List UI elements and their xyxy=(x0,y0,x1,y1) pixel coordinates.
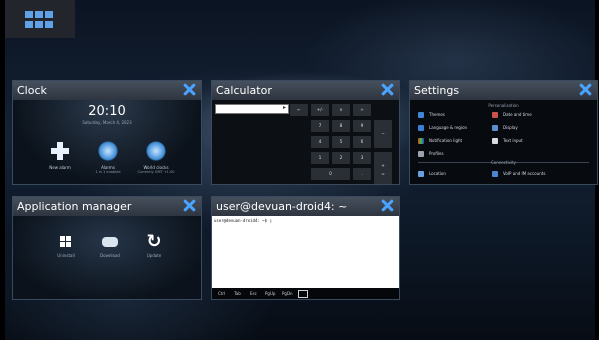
terminal-key[interactable]: Esc xyxy=(250,291,257,296)
alarms-button[interactable]: Alarms 1 in 1 enabled xyxy=(88,141,128,174)
application-manager-content: Uninstall Download ↻ Update xyxy=(13,216,201,299)
window-title: Calculator xyxy=(216,84,272,97)
calc-key[interactable]: 6 xyxy=(353,136,371,148)
terminal-content: user@devuan-droid4: ~$ ▯ Ctrl Tab Esc Pg… xyxy=(212,216,399,299)
terminal-window[interactable]: user@devuan-droid4: ~ user@devuan-droid4… xyxy=(211,196,400,300)
calc-key[interactable]: 8 xyxy=(332,120,350,132)
settings-titlebar[interactable]: Settings xyxy=(410,81,597,100)
new-alarm-button[interactable]: New alarm xyxy=(40,141,80,170)
update-button[interactable]: ↻ Update xyxy=(134,231,174,259)
terminal-prompt: user@devuan-droid4: ~$ ▯ xyxy=(214,218,272,223)
close-icon[interactable] xyxy=(183,83,196,96)
clock-content: 20:10 Saturday, March 4, 2023 New alarm … xyxy=(13,100,201,184)
calc-key[interactable]: 4 xyxy=(311,136,329,148)
close-icon[interactable] xyxy=(381,83,394,96)
calc-key[interactable]: . xyxy=(353,168,371,180)
uninstall-icon xyxy=(46,234,86,250)
text-input-icon xyxy=(492,138,498,144)
section-header: Personalisation xyxy=(488,103,519,108)
window-title: Settings xyxy=(414,84,460,97)
download-icon xyxy=(90,234,130,250)
update-icon: ↻ xyxy=(146,231,162,252)
terminal-screen[interactable]: user@devuan-droid4: ~$ ▯ xyxy=(212,216,399,288)
settings-window[interactable]: Settings Personalisation Themes Date and… xyxy=(409,80,598,185)
calc-key[interactable]: 5 xyxy=(332,136,350,148)
calc-key[interactable]: ← xyxy=(290,104,308,116)
date-time-icon xyxy=(492,112,498,118)
calc-key[interactable]: × xyxy=(332,104,350,116)
keyboard-icon[interactable] xyxy=(298,290,308,298)
terminal-key[interactable]: PgUp xyxy=(265,291,275,296)
application-manager-titlebar[interactable]: Application manager xyxy=(13,197,201,216)
app-grid-icon xyxy=(25,11,53,28)
notification-light-icon xyxy=(418,138,424,144)
profiles-icon xyxy=(418,151,424,157)
location-icon xyxy=(418,171,424,177)
calculator-content: ← +/- × ÷ 7 8 9 − 4 5 6 + 1 2 3 = 0 . xyxy=(212,100,399,184)
application-manager-window[interactable]: Application manager Uninstall Download ↻… xyxy=(12,196,202,300)
calculator-titlebar[interactable]: Calculator xyxy=(212,81,399,100)
window-title: Application manager xyxy=(17,200,132,213)
section-header: Connectivity xyxy=(490,160,517,165)
calc-key[interactable]: 0 xyxy=(311,168,350,180)
clock-date: Saturday, March 4, 2023 xyxy=(82,120,132,125)
calc-key[interactable]: +/- xyxy=(311,104,329,116)
calc-key[interactable]: ÷ xyxy=(353,104,371,116)
uninstall-button[interactable]: Uninstall xyxy=(46,234,86,258)
app-launcher-button[interactable] xyxy=(5,0,75,38)
window-title: Clock xyxy=(17,84,47,97)
display-icon xyxy=(492,125,498,131)
close-icon[interactable] xyxy=(579,83,592,96)
close-icon[interactable] xyxy=(381,199,394,212)
calculator-display xyxy=(215,104,289,114)
calc-key[interactable]: 1 xyxy=(311,152,329,164)
clock-time: 20:10 xyxy=(88,104,126,119)
voip-icon xyxy=(492,171,498,177)
clock-window[interactable]: Clock 20:10 Saturday, March 4, 2023 New … xyxy=(12,80,202,185)
terminal-keybar: Ctrl Tab Esc PgUp PgDn xyxy=(212,289,399,299)
calc-key[interactable]: 3 xyxy=(353,152,371,164)
calculator-window[interactable]: Calculator ← +/- × ÷ 7 8 9 − 4 5 6 + 1 2… xyxy=(211,80,400,185)
bell-icon xyxy=(98,141,118,161)
calc-key[interactable]: = xyxy=(374,168,392,184)
plus-icon xyxy=(50,141,70,161)
calc-key[interactable]: 7 xyxy=(311,120,329,132)
download-button[interactable]: Download xyxy=(90,234,130,258)
terminal-key[interactable]: Ctrl xyxy=(218,291,225,296)
clock-titlebar[interactable]: Clock xyxy=(13,81,201,100)
themes-icon xyxy=(418,112,424,118)
terminal-key[interactable]: Tab xyxy=(234,291,241,296)
world-clocks-button[interactable]: World clocks Currently GMT +1:00 xyxy=(136,141,176,174)
close-icon[interactable] xyxy=(183,199,196,212)
terminal-key[interactable]: PgDn xyxy=(282,291,293,296)
calc-key[interactable]: 9 xyxy=(353,120,371,132)
settings-content: Personalisation Themes Date and time Lan… xyxy=(410,100,597,184)
calc-key[interactable]: − xyxy=(374,120,392,148)
language-icon xyxy=(418,125,424,131)
terminal-titlebar[interactable]: user@devuan-droid4: ~ xyxy=(212,197,399,216)
window-title: user@devuan-droid4: ~ xyxy=(216,200,348,213)
calc-key[interactable]: 2 xyxy=(332,152,350,164)
globe-icon xyxy=(146,141,166,161)
